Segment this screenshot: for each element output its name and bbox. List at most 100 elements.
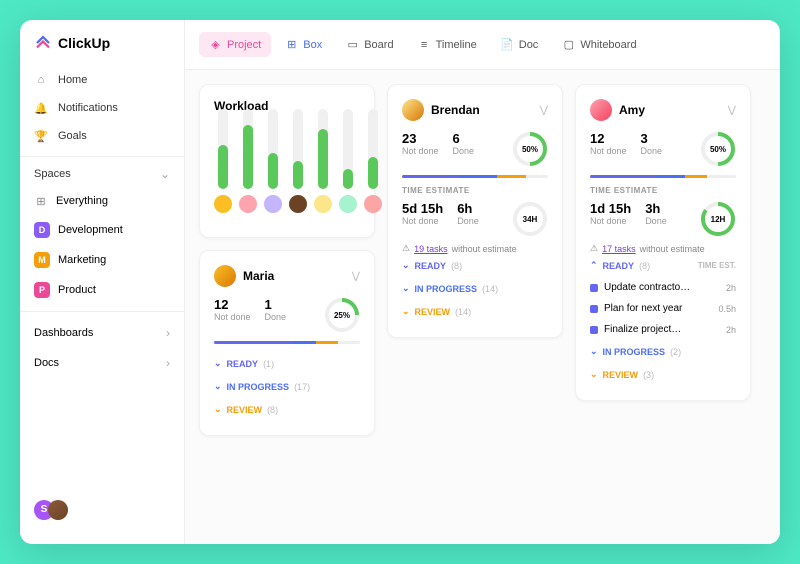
task-row[interactable]: Update contracto…2h: [590, 277, 736, 298]
estimate-warning: ⚠17 tasks without estimate: [590, 243, 736, 254]
group-count: (8): [267, 405, 278, 415]
mini-avatar[interactable]: [339, 195, 357, 213]
workload-bar: [214, 109, 232, 213]
progress-bar: [590, 175, 736, 178]
task-row[interactable]: Finalize project…2h: [590, 319, 736, 340]
warning-text: without estimate: [452, 244, 517, 254]
space-label: Marketing: [58, 254, 106, 266]
nav-dashboards[interactable]: Dashboards›: [20, 318, 184, 348]
spaces-header[interactable]: Spaces ⌄: [20, 156, 184, 187]
person-card-maria: Maria ⋁ 12Not done 1Done 25% ⌄ READY (1)…: [199, 250, 375, 436]
task-status-dot: [590, 326, 598, 334]
group-ready[interactable]: ⌄ READY (1): [214, 352, 360, 375]
view-box[interactable]: ⊞ Box: [275, 32, 332, 57]
time-estimate-label: TIME ESTIMATE: [590, 186, 736, 195]
nav-label: Goals: [58, 130, 87, 142]
group-label: READY: [227, 359, 259, 369]
workload-bar: [364, 109, 382, 213]
ring-percent: 50%: [512, 131, 548, 167]
time-ring: 34H: [512, 201, 548, 237]
stat-label: Done: [641, 146, 663, 156]
view-board[interactable]: ▭Board: [336, 32, 403, 57]
nav-docs[interactable]: Docs›: [20, 348, 184, 378]
column-3: Amy ⋁ 12Not done 3Done 50% TIME ESTIMATE…: [575, 84, 751, 530]
group-review[interactable]: ⌄ REVIEW (3): [590, 363, 736, 386]
stat-label: Done: [645, 216, 667, 226]
avatar: [214, 265, 236, 287]
content: Workload Maria ⋁ 12Not done 1Done 25% ⌄ …: [185, 70, 780, 544]
done-count: 3: [641, 131, 663, 146]
mini-avatar[interactable]: [314, 195, 332, 213]
breadcrumb-project[interactable]: ◈Project: [199, 32, 271, 57]
nav-home[interactable]: ⌂Home: [20, 66, 184, 94]
workload-bar: [264, 109, 282, 213]
nav-goals[interactable]: 🏆Goals: [20, 122, 184, 150]
group-count: (14): [482, 284, 498, 294]
group-ready[interactable]: ⌃ READY (8)TIME EST.: [590, 254, 736, 277]
view-doc[interactable]: 📄Doc: [491, 32, 549, 57]
done-count: 1: [265, 297, 287, 312]
group-review[interactable]: ⌄ REVIEW (14): [402, 300, 548, 323]
mini-avatar[interactable]: [264, 195, 282, 213]
mini-avatar[interactable]: [364, 195, 382, 213]
time-not-done: 5d 15h: [402, 201, 443, 216]
group-in-progress[interactable]: ⌄ IN PROGRESS (17): [214, 375, 360, 398]
group-label: REVIEW: [415, 307, 451, 317]
brand-logo[interactable]: ClickUp: [20, 34, 184, 66]
expand-icon[interactable]: ⋁: [540, 105, 548, 116]
progress-ring: 25%: [324, 297, 360, 333]
stat-label: Done: [457, 216, 479, 226]
group-label: REVIEW: [603, 370, 639, 380]
group-count: (1): [263, 359, 274, 369]
time-not-done: 1d 15h: [590, 201, 631, 216]
not-done-count: 12: [590, 131, 627, 146]
group-label: IN PROGRESS: [227, 382, 290, 392]
task-status-dot: [590, 284, 598, 292]
group-count: (2): [670, 347, 681, 357]
task-row[interactable]: Plan for next year0.5h: [590, 298, 736, 319]
warning-icon: ⚠: [590, 243, 598, 254]
person-card-brendan: Brendan ⋁ 23Not done 6Done 50% TIME ESTI…: [387, 84, 563, 338]
workload-card: Workload: [199, 84, 375, 238]
expand-icon[interactable]: ⋁: [728, 105, 736, 116]
mini-avatar[interactable]: [289, 195, 307, 213]
space-development[interactable]: DDevelopment: [20, 215, 184, 245]
nav-notifications[interactable]: 🔔Notifications: [20, 94, 184, 122]
ring-hours: 34H: [512, 201, 548, 237]
stat-label: Done: [453, 146, 475, 156]
task-list: Update contracto…2hPlan for next year0.5…: [590, 277, 736, 340]
group-ready[interactable]: ⌄ READY (8): [402, 254, 548, 277]
user-avatar[interactable]: [48, 500, 68, 520]
mini-avatar[interactable]: [214, 195, 232, 213]
view-timeline[interactable]: ≡Timeline: [408, 32, 487, 57]
ring-percent: 50%: [700, 131, 736, 167]
group-review[interactable]: ⌄ REVIEW (8): [214, 398, 360, 421]
box-view-icon: ⊞: [285, 38, 298, 51]
whiteboard-icon: ▢: [562, 38, 575, 51]
view-whiteboard[interactable]: ▢Whiteboard: [552, 32, 646, 57]
board-icon: ▭: [346, 38, 359, 51]
docs-label: Docs: [34, 357, 59, 369]
space-everything[interactable]: ⊞Everything: [20, 187, 184, 215]
group-count: (17): [294, 382, 310, 392]
task-time: 0.5h: [718, 304, 736, 314]
person-name: Brendan: [431, 103, 480, 117]
warning-link[interactable]: 17 tasks: [602, 244, 636, 254]
group-in-progress[interactable]: ⌄ IN PROGRESS (2): [590, 340, 736, 363]
person-name: Maria: [243, 269, 274, 283]
space-badge: M: [34, 252, 50, 268]
space-label: Product: [58, 284, 96, 296]
not-done-count: 23: [402, 131, 439, 146]
view-label: Box: [303, 39, 322, 51]
warning-icon: ⚠: [402, 243, 410, 254]
mini-avatar[interactable]: [239, 195, 257, 213]
group-label: READY: [415, 261, 447, 271]
space-marketing[interactable]: M Marketing: [20, 245, 184, 275]
topbar: ◈Project ⊞ Box ▭Board ≡Timeline 📄Doc ▢Whi…: [185, 20, 780, 70]
space-product[interactable]: PProduct: [20, 275, 184, 305]
workload-chart: [214, 123, 360, 213]
group-in-progress[interactable]: ⌄ IN PROGRESS (14): [402, 277, 548, 300]
task-name: Finalize project…: [604, 324, 720, 335]
warning-link[interactable]: 19 tasks: [414, 244, 448, 254]
expand-icon[interactable]: ⋁: [352, 271, 360, 282]
